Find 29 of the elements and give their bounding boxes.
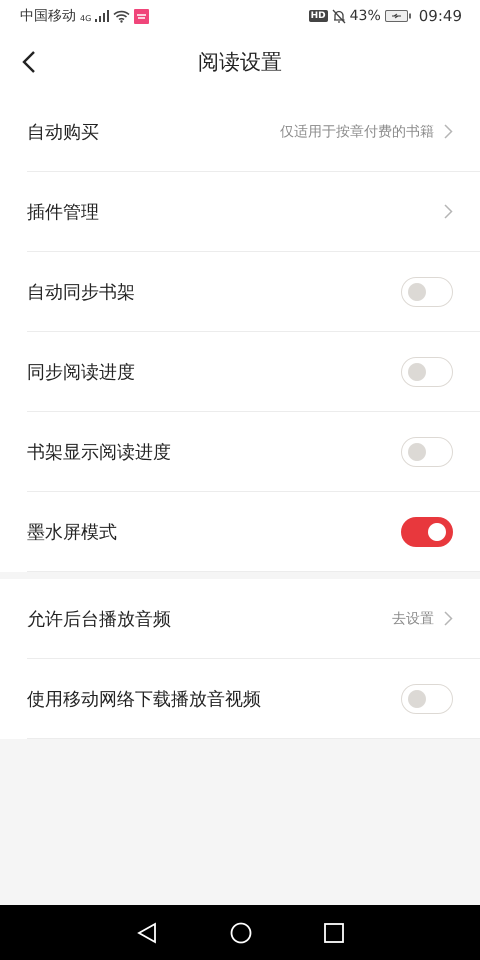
- back-nav-icon[interactable]: [136, 922, 158, 944]
- setting-label: 书架显示阅读进度: [27, 440, 172, 464]
- bell-muted-icon: [332, 8, 346, 24]
- setting-label: 同步阅读进度: [27, 360, 136, 384]
- carrier-name: 中国移动: [20, 7, 76, 25]
- back-icon[interactable]: [22, 50, 36, 74]
- setting-label[interactable]: 插件管理: [27, 200, 444, 224]
- setting-hint: 仅适用于按章付费的书籍: [280, 122, 434, 140]
- hd-badge: HD: [308, 10, 328, 22]
- app-icon: [134, 8, 150, 24]
- setting-label: 墨水屏模式: [27, 520, 118, 544]
- clock-time: 09:49: [418, 7, 462, 25]
- setting-label: 自动同步书架: [27, 280, 136, 304]
- setting-label[interactable]: 自动购买: [27, 120, 280, 144]
- battery-icon: [384, 10, 411, 22]
- home-nav-icon[interactable]: [230, 922, 252, 944]
- battery-percent: 43%: [350, 8, 381, 24]
- signal-icon: [95, 10, 110, 22]
- page-title: 阅读设置: [198, 49, 282, 76]
- setting-label[interactable]: 允许后台播放音频: [27, 606, 392, 630]
- recents-nav-icon[interactable]: [324, 922, 344, 942]
- toggle-switch[interactable]: [401, 516, 453, 546]
- chevron-right-icon: [444, 611, 453, 626]
- setting-label: 使用移动网络下载播放音视频: [27, 688, 262, 710]
- chevron-right-icon: [444, 204, 453, 219]
- chevron-right-icon: [444, 124, 453, 139]
- setting-hint: 去设置: [392, 610, 434, 628]
- network-type: 4G: [80, 14, 92, 23]
- wifi-icon: [113, 10, 130, 22]
